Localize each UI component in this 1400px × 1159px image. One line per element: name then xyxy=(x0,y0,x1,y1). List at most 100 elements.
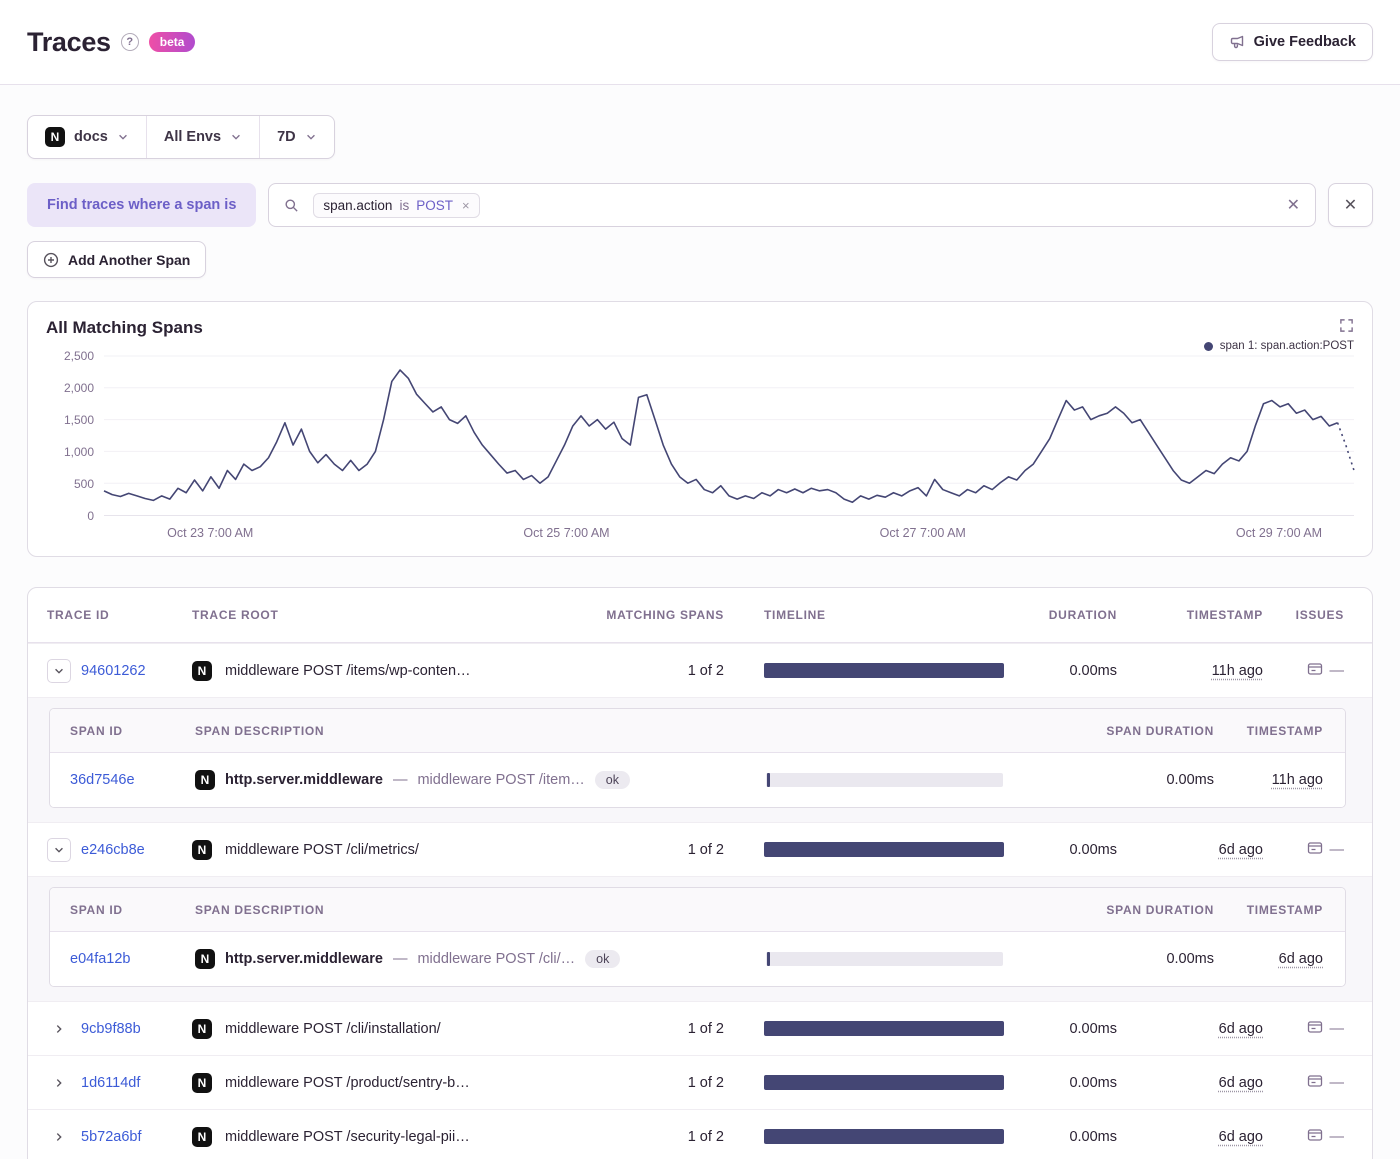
span-timeline-track xyxy=(766,952,1003,966)
col-duration: DURATION xyxy=(1048,608,1117,622)
project-icon: N xyxy=(195,770,215,790)
col-span-timestamp: TIMESTAMP xyxy=(1246,723,1323,738)
col-span-description: SPAN DESCRIPTION xyxy=(195,902,325,917)
x-tick-label: Oct 23 7:00 AM xyxy=(167,526,254,540)
col-span-duration: SPAN DURATION xyxy=(1106,723,1214,738)
token-value: POST xyxy=(416,197,453,213)
issues-empty: — xyxy=(1329,662,1345,679)
col-span-id: SPAN ID xyxy=(70,902,123,917)
table-row[interactable]: 9cb9f88b N middleware POST /cli/installa… xyxy=(28,1001,1372,1055)
chart-legend[interactable]: span 1: span.action:POST xyxy=(1203,340,1354,352)
help-icon[interactable]: ? xyxy=(120,33,139,51)
y-tick-label: 1,500 xyxy=(63,413,94,427)
chevron-down-icon[interactable] xyxy=(47,658,71,683)
trace-id-link[interactable]: 5b72a6bf xyxy=(81,1129,141,1145)
date-range-filter[interactable]: 7D xyxy=(260,116,334,158)
give-feedback-label: Give Feedback xyxy=(1253,34,1356,50)
spans-line-chart[interactable] xyxy=(104,356,1354,516)
span-row[interactable]: e04fa12b N http.server.middleware — midd… xyxy=(50,932,1345,986)
matching-spans-value: 1 of 2 xyxy=(687,662,724,679)
project-logo-icon: N xyxy=(45,127,65,147)
issues-icon xyxy=(1307,1073,1323,1093)
span-id-link[interactable]: e04fa12b xyxy=(70,951,195,967)
traces-page: N docs All Envs 7D Find traces where a s… xyxy=(0,85,1400,1159)
add-another-span-label: Add Another Span xyxy=(68,251,191,268)
chevron-down-icon xyxy=(305,131,317,143)
matching-spans-value: 1 of 2 xyxy=(687,1128,724,1145)
search-icon xyxy=(284,198,299,213)
span-status-badge: ok xyxy=(585,950,621,968)
y-tick-label: 2,000 xyxy=(63,381,94,395)
project-filter-label: docs xyxy=(74,129,108,145)
issues-empty: — xyxy=(1329,841,1345,858)
chevron-right-icon[interactable] xyxy=(47,1071,71,1095)
timeline-bar xyxy=(764,842,1004,857)
add-another-span-button[interactable]: Add Another Span xyxy=(27,241,207,278)
environment-filter-label: All Envs xyxy=(163,129,222,145)
timeline-bar xyxy=(764,1075,1004,1090)
issues-empty: — xyxy=(1329,1020,1345,1037)
expanded-trace-spans: SPAN ID SPAN DESCRIPTION SPAN DURATION T… xyxy=(28,697,1372,822)
page-header: Traces ? beta Give Feedback xyxy=(0,0,1400,85)
trace-root-label: middleware POST /security-legal-pii… xyxy=(225,1128,470,1145)
give-feedback-button[interactable]: Give Feedback xyxy=(1211,23,1373,61)
span-op: http.server.middleware xyxy=(225,772,383,788)
table-row[interactable]: 94601262 N middleware POST /items/wp-con… xyxy=(28,643,1372,697)
environment-filter[interactable]: All Envs xyxy=(147,116,261,158)
expanded-trace-spans: SPAN ID SPAN DESCRIPTION SPAN DURATION T… xyxy=(28,876,1372,1001)
chevron-down-icon xyxy=(230,131,242,143)
matching-spans-value: 1 of 2 xyxy=(687,841,724,858)
trace-id-link[interactable]: e246cb8e xyxy=(81,842,145,858)
fullscreen-icon[interactable] xyxy=(1339,318,1354,333)
trace-id-link[interactable]: 1d6114df xyxy=(81,1075,140,1091)
span-search-input[interactable]: span.action is POST × ✕ xyxy=(268,183,1316,227)
issues-icon xyxy=(1307,840,1323,860)
span-table-header: SPAN ID SPAN DESCRIPTION SPAN DURATION T… xyxy=(50,888,1345,932)
table-row[interactable]: e246cb8e N middleware POST /cli/metrics/… xyxy=(28,822,1372,876)
trace-id-link[interactable]: 94601262 xyxy=(81,663,146,679)
col-span-description: SPAN DESCRIPTION xyxy=(195,723,325,738)
project-filter[interactable]: N docs xyxy=(28,116,147,158)
timestamp-value: 6d ago xyxy=(1218,1020,1263,1037)
timeline-bar xyxy=(764,663,1004,678)
trace-id-link[interactable]: 9cb9f88b xyxy=(81,1021,141,1037)
duration-value: 0.00ms xyxy=(1069,1128,1117,1145)
duration-value: 0.00ms xyxy=(1069,841,1117,858)
chevron-right-icon[interactable] xyxy=(47,1017,71,1041)
chevron-right-icon[interactable] xyxy=(47,1125,71,1149)
table-row[interactable]: 5b72a6bf N middleware POST /security-leg… xyxy=(28,1109,1372,1159)
legend-dot xyxy=(1203,341,1213,351)
span-id-link[interactable]: 36d7546e xyxy=(70,772,195,788)
project-icon: N xyxy=(192,1072,212,1093)
clear-search-icon[interactable]: ✕ xyxy=(1287,195,1300,215)
all-matching-spans-panel: All Matching Spans span 1: span.action:P… xyxy=(27,301,1373,557)
project-icon: N xyxy=(192,660,212,681)
trace-root-label: middleware POST /product/sentry-b… xyxy=(225,1074,470,1091)
span-timeline-tick xyxy=(767,773,770,787)
chevron-down-icon[interactable] xyxy=(47,837,71,862)
table-row[interactable]: 1d6114df N middleware POST /product/sent… xyxy=(28,1055,1372,1109)
col-matching-spans: MATCHING SPANS xyxy=(606,608,724,622)
span-row[interactable]: 36d7546e N http.server.middleware — midd… xyxy=(50,753,1345,807)
timestamp-value: 11h ago xyxy=(1211,662,1263,679)
issues-icon xyxy=(1307,1019,1323,1039)
token-key: span.action xyxy=(323,197,393,213)
token-operator: is xyxy=(399,197,410,213)
trace-table: TRACE ID TRACE ROOT MATCHING SPANS TIMEL… xyxy=(27,587,1373,1159)
y-tick-label: 0 xyxy=(87,509,94,523)
issues-empty: — xyxy=(1329,1128,1345,1145)
find-span-pill[interactable]: Find traces where a span is xyxy=(27,183,257,227)
col-issues: ISSUES xyxy=(1295,608,1344,622)
search-filter-token[interactable]: span.action is POST × xyxy=(313,192,480,218)
legend-label: span 1: span.action:POST xyxy=(1219,340,1354,352)
col-trace-root: TRACE ROOT xyxy=(192,608,279,622)
remove-span-filter-button[interactable]: ✕ xyxy=(1328,183,1373,227)
y-tick-label: 1,000 xyxy=(63,445,94,459)
matching-spans-value: 1 of 2 xyxy=(687,1020,724,1037)
beta-badge: beta xyxy=(148,32,196,52)
issues-icon xyxy=(1307,1127,1323,1147)
token-remove-icon[interactable]: × xyxy=(462,198,470,213)
timeline-bar xyxy=(764,1129,1004,1144)
span-description: middleware POST /item… xyxy=(417,772,585,788)
plus-circle-icon xyxy=(43,252,59,268)
